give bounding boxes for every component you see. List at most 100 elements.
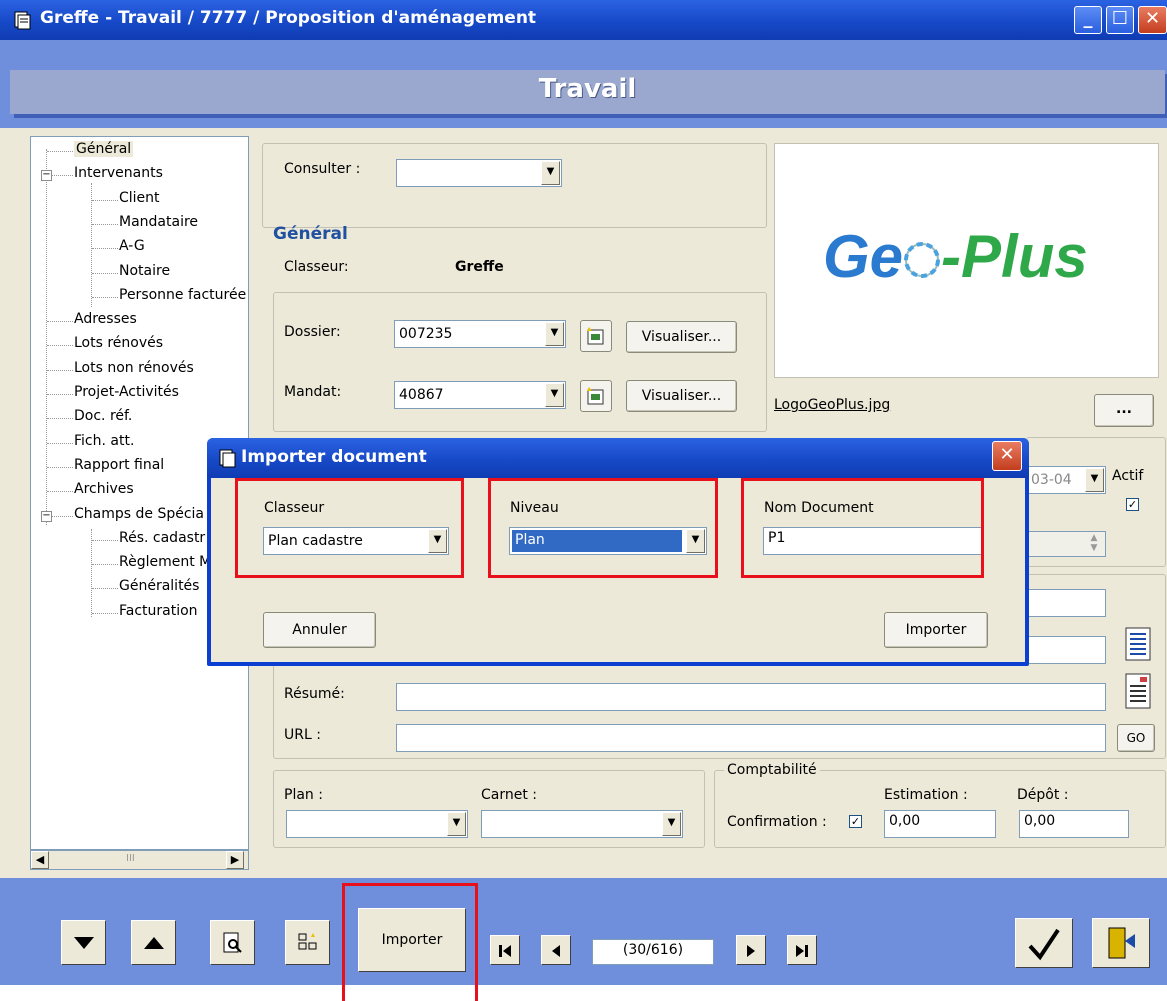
dossier-lookup-button[interactable] [580,320,612,352]
chevron-down-icon[interactable]: ▼ [662,812,681,836]
tree-item[interactable]: Facturation [119,603,198,619]
chevron-down-icon[interactable]: ▼ [541,161,560,185]
tree-item[interactable]: Rés. cadastr [119,530,205,546]
tree-item-label: Rés. cadastr [119,529,206,546]
tree-item[interactable]: Généralités [119,578,199,594]
carnet-select[interactable]: ▼ [481,810,683,838]
collapse-icon[interactable]: − [41,170,52,182]
details-field-1[interactable] [1026,589,1106,617]
chevron-down-icon[interactable]: ▼ [545,322,564,346]
preview-button[interactable] [210,920,255,965]
tree-item[interactable]: Archives [74,481,134,497]
first-record-button[interactable] [490,935,520,965]
tree-item[interactable]: Doc. réf. [74,408,132,424]
tree-connector [92,248,118,250]
details-field-2[interactable] [1026,636,1106,664]
consulter-select[interactable]: ▼ [396,159,562,187]
tree-item[interactable]: Lots rénovés [74,335,163,351]
tree-guide [91,529,92,617]
confirm-button[interactable] [1015,918,1073,968]
highlight-importer-button [342,883,478,1001]
tree-item[interactable]: Général [74,141,134,157]
close-button[interactable]: ✕ [1138,6,1167,34]
scroll-thumb[interactable]: III [126,853,135,864]
tree-item[interactable]: Adresses [74,311,137,327]
tree-item[interactable]: Fich. att. [74,433,134,449]
tree-item[interactable]: Intervenants [74,165,163,181]
estimation-input[interactable]: 0,00 [884,810,996,838]
plan-label: Plan : [284,787,323,803]
tree-item[interactable]: Personne facturée [119,287,246,303]
chevron-down-icon[interactable]: ▼ [545,383,564,407]
dossier-select[interactable]: 007235 ▼ [394,320,566,348]
tree-connector [92,272,118,274]
tree-connector [92,199,118,201]
tree-item[interactable]: Champs de Spécia [74,506,204,522]
scroll-left-button[interactable]: ◀ [31,851,49,869]
move-up-button[interactable] [131,920,176,965]
tree-scrollbar[interactable]: ◀ III ▶ [30,850,249,870]
plan-select[interactable]: ▼ [286,810,468,838]
magnifier-page-icon [223,932,242,953]
url-input[interactable] [396,724,1106,752]
tree-item[interactable]: Notaire [119,263,170,279]
dialog-import-button[interactable]: Importer [884,612,988,648]
tree-item-label: Personne facturée [119,286,247,303]
tree-item[interactable]: Client [119,190,160,206]
tree-connector [47,394,73,395]
stepper-arrows-icon[interactable]: ▲ ▼ [1085,533,1103,555]
tree-connector [47,345,73,347]
highlight-niveau [488,478,718,578]
tree-item[interactable]: Rapport final [74,457,164,473]
dialog-close-button[interactable]: ✕ [992,441,1022,471]
tree-item-label: Fich. att. [74,432,135,449]
logo-filename[interactable]: LogoGeoPlus.jpg [774,397,890,413]
mandat-select[interactable]: 40867 ▼ [394,381,566,409]
tree-item-label: Rapport final [74,456,165,473]
tree-item[interactable]: Lots non rénovés [74,360,194,376]
resume-input[interactable] [396,683,1106,711]
dialog-title-bar[interactable]: Importer document ✕ [207,438,1029,478]
app-icon [14,11,31,30]
move-down-button[interactable] [61,920,106,965]
globe-icon [904,242,941,278]
scroll-right-button[interactable]: ▶ [226,851,244,869]
chevron-down-icon[interactable]: ▼ [447,812,466,836]
tree-item[interactable]: Mandataire [119,214,198,230]
title-bar[interactable]: Greffe - Travail / 7777 / Proposition d'… [0,0,1167,40]
classeur-value: Greffe [455,259,504,275]
notes-button[interactable] [1117,626,1157,664]
triangle-down-icon [73,937,94,949]
tree-item-label: Projet-Activités [74,384,179,400]
document-icon [1125,673,1151,709]
layout-button[interactable] [285,920,330,965]
minimize-button[interactable]: _ [1074,6,1102,34]
tree-guide [46,149,47,525]
mandat-lookup-button[interactable] [580,380,612,412]
dialog-cancel-button[interactable]: Annuler [263,612,376,648]
exit-button[interactable] [1092,918,1150,968]
section-title: Général [273,224,348,244]
depot-input[interactable]: 0,00 [1019,810,1129,838]
tree-item-label: Généralités [119,578,200,595]
browse-logo-button[interactable]: ... [1094,394,1154,427]
chevron-down-icon[interactable]: ▼ [1085,468,1104,492]
estimation-label: Estimation : [884,787,968,803]
mandat-visualiser-button[interactable]: Visualiser... [626,380,737,412]
actif-checkbox[interactable]: ✓ [1126,498,1139,511]
date-select[interactable]: 03-04 ▼ [1026,466,1106,494]
tree-item[interactable]: A-G [119,238,145,254]
last-record-button[interactable] [787,935,817,965]
dossier-visualiser-button[interactable]: Visualiser... [626,321,737,353]
next-record-button[interactable] [736,935,766,965]
previous-record-button[interactable] [541,935,571,965]
confirmation-checkbox[interactable]: ✓ [849,815,862,828]
tree-item[interactable]: Règlement M [119,554,211,570]
tree-item-label: Lots rénovés [74,335,164,352]
go-button[interactable]: GO [1117,724,1155,752]
collapse-icon[interactable]: − [41,510,52,522]
maximize-button[interactable]: ☐ [1106,6,1134,34]
tree-item-label: Adresses [74,311,137,328]
tree-item[interactable]: Projet-Activités [74,384,179,400]
resume-edit-button[interactable] [1117,672,1157,712]
